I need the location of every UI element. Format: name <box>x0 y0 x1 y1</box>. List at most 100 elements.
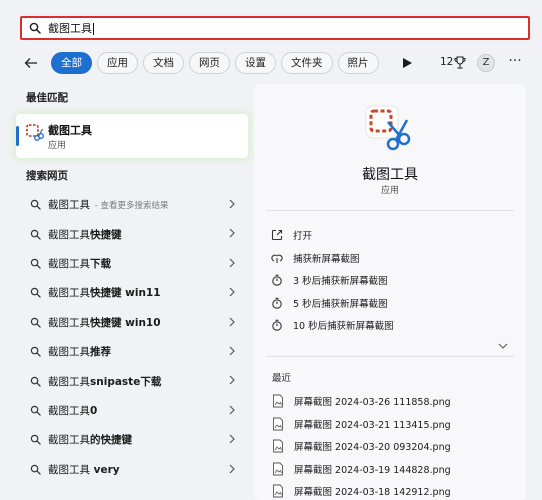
suggestion-text: 截图工具0 <box>48 404 98 417</box>
best-match-heading: 最佳匹配 <box>26 92 68 104</box>
recent-file-name: 屏幕截图 2024-03-19 144828.png <box>294 464 451 476</box>
tab-web[interactable]: 网页 <box>189 52 230 74</box>
web-suggestion[interactable]: 截图工具快捷键 win10 <box>16 308 248 337</box>
action-label: 10 秒后捕获新屏幕截图 <box>293 321 394 333</box>
chevron-right-icon <box>229 258 235 268</box>
action-open[interactable]: 打开 <box>270 224 510 247</box>
more-options-icon[interactable]: ··· <box>508 54 522 72</box>
image-file-icon <box>273 484 283 498</box>
results-list: 最佳匹配 截图工具 应用 搜索网页 截图工具 - 查看更多搜索结果 截图工具快捷… <box>16 84 248 500</box>
web-search-heading: 搜索网页 <box>26 170 68 182</box>
action-capture-5s[interactable]: 5 秒后捕获新屏幕截图 <box>270 292 510 315</box>
search-box[interactable]: 截图工具 <box>20 16 530 40</box>
best-match-item[interactable]: 截图工具 应用 <box>16 114 248 158</box>
recent-file-name: 屏幕截图 2024-03-21 113415.png <box>294 419 451 431</box>
web-suggestion[interactable]: 截图工具 - 查看更多搜索结果 <box>16 190 248 219</box>
timer-icon <box>270 318 284 332</box>
web-suggestion[interactable]: 截图工具下载 <box>16 249 248 278</box>
suggestion-text: 截图工具推荐 <box>48 346 111 359</box>
timer-icon <box>270 273 284 287</box>
image-file-icon <box>273 439 283 453</box>
web-suggestion[interactable]: 截图工具推荐 <box>16 337 248 366</box>
chevron-right-icon <box>229 346 235 356</box>
action-capture[interactable]: 捕获新屏幕截图 <box>270 247 510 270</box>
search-icon <box>28 315 42 329</box>
tab-documents[interactable]: 文档 <box>143 52 184 74</box>
play-icon[interactable] <box>401 56 413 70</box>
recent-files-list: 屏幕截图 2024-03-26 111858.png 屏幕截图 2024-03-… <box>272 390 512 500</box>
action-label: 5 秒后捕获新屏幕截图 <box>293 298 388 310</box>
search-icon <box>28 433 42 447</box>
recent-file[interactable]: 屏幕截图 2024-03-18 142912.png <box>272 480 512 500</box>
snipping-tool-icon <box>26 124 48 146</box>
avatar[interactable]: Z <box>477 54 495 72</box>
chevron-right-icon <box>229 199 235 209</box>
search-icon <box>28 374 42 388</box>
suggestion-text: 截图工具快捷键 win11 <box>48 287 161 300</box>
suggestion-text: 截图工具 - 查看更多搜索结果 <box>48 199 169 212</box>
image-file-icon <box>273 394 283 408</box>
recent-file[interactable]: 屏幕截图 2024-03-21 113415.png <box>272 413 512 436</box>
capture-icon <box>270 251 284 265</box>
recent-file[interactable]: 屏幕截图 2024-03-19 144828.png <box>272 458 512 481</box>
text-caret <box>93 23 94 35</box>
timer-icon <box>270 296 284 310</box>
search-icon <box>28 227 42 241</box>
recent-heading: 最近 <box>272 373 292 384</box>
rewards-points: 12 <box>440 56 454 68</box>
image-file-icon <box>273 417 283 431</box>
web-suggestion[interactable]: 截图工具快捷键 win11 <box>16 278 248 307</box>
suggestion-hint: - 查看更多搜索结果 <box>92 201 169 212</box>
app-type: 应用 <box>380 186 399 196</box>
chevron-right-icon <box>229 287 235 297</box>
divider <box>266 356 514 357</box>
search-input[interactable]: 截图工具 <box>48 20 94 36</box>
web-suggestion[interactable]: 截图工具 very <box>16 455 248 484</box>
tab-folders[interactable]: 文件夹 <box>281 52 333 74</box>
recent-file[interactable]: 屏幕截图 2024-03-26 111858.png <box>272 390 512 413</box>
app-name: 截图工具 <box>362 167 418 183</box>
action-list: 打开 捕获新屏幕截图 3 秒后捕获新屏幕截图 5 秒后捕获新屏幕截图 10 秒后… <box>270 224 510 337</box>
tab-all[interactable]: 全部 <box>51 52 92 74</box>
tab-settings[interactable]: 设置 <box>235 52 276 74</box>
back-arrow-icon[interactable] <box>22 54 40 72</box>
suggestion-text: 截图工具快捷键 <box>48 228 122 241</box>
chevron-right-icon <box>229 317 235 326</box>
action-label: 打开 <box>293 231 313 243</box>
search-icon <box>28 256 42 270</box>
chevron-right-icon <box>229 375 235 385</box>
web-suggestion[interactable]: 截图工具snipaste下载 <box>16 366 248 395</box>
search-icon <box>28 403 42 417</box>
best-match-title: 截图工具 <box>48 124 92 137</box>
detail-panel: 截图工具 应用 打开 捕获新屏幕截图 3 秒后捕获新屏幕截图 5 秒后捕获新屏幕… <box>254 84 526 500</box>
web-suggestion[interactable]: 截图工具的快捷键 <box>16 425 248 454</box>
tab-apps[interactable]: 应用 <box>97 52 138 74</box>
search-icon <box>28 21 42 35</box>
action-capture-3s[interactable]: 3 秒后捕获新屏幕截图 <box>270 269 510 292</box>
web-suggestion[interactable]: 截图工具快捷键 <box>16 219 248 248</box>
recent-file-name: 屏幕截图 2024-03-20 093204.png <box>294 442 451 454</box>
search-icon <box>28 345 42 359</box>
suggestion-text: 截图工具快捷键 win10 <box>48 316 161 329</box>
chevron-right-icon <box>229 228 235 238</box>
suggestion-text: 截图工具下载 <box>48 257 111 270</box>
search-icon <box>28 462 42 476</box>
recent-file-name: 屏幕截图 2024-03-18 142912.png <box>294 487 451 499</box>
trophy-icon[interactable] <box>454 55 466 69</box>
tab-photos[interactable]: 照片 <box>337 52 379 74</box>
recent-file[interactable]: 屏幕截图 2024-03-20 093204.png <box>272 435 512 458</box>
open-icon <box>270 228 284 242</box>
web-suggestion-list: 截图工具 - 查看更多搜索结果 截图工具快捷键 截图工具下载 截图工具快捷键 w… <box>16 190 248 484</box>
action-label: 捕获新屏幕截图 <box>293 253 360 265</box>
best-match-subtitle: 应用 <box>48 141 67 151</box>
action-capture-10s[interactable]: 10 秒后捕获新屏幕截图 <box>270 314 510 337</box>
chevron-down-icon[interactable] <box>498 342 508 350</box>
chevron-right-icon <box>229 464 235 473</box>
chevron-right-icon <box>229 434 235 444</box>
search-icon <box>28 286 42 300</box>
search-icon <box>28 198 42 212</box>
suggestion-text: 截图工具snipaste下载 <box>48 375 162 388</box>
filter-tabs: 全部 应用 文档 网页 设置 文件夹 照片 <box>51 52 379 74</box>
divider <box>266 210 514 211</box>
web-suggestion[interactable]: 截图工具0 <box>16 396 248 425</box>
